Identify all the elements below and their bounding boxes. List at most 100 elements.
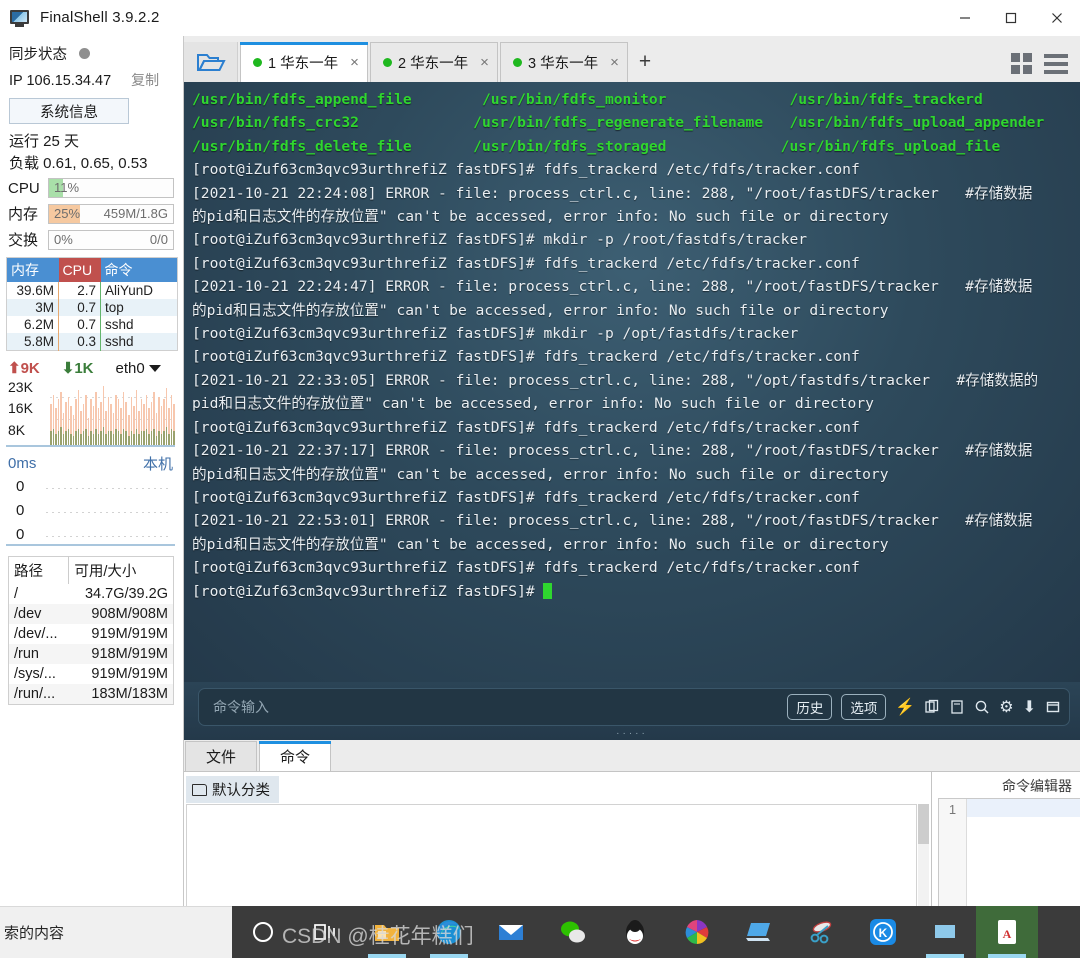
process-row[interactable]: 3M 0.7 top: [6, 299, 178, 316]
disk-row[interactable]: /run 918M/919M: [8, 644, 174, 664]
edge-browser-icon[interactable]: [418, 906, 480, 958]
remote-desktop-icon[interactable]: [728, 906, 790, 958]
memory-meter: 25% 459M/1.8G: [48, 203, 174, 224]
disk-row[interactable]: /dev 908M/908M: [8, 604, 174, 624]
command-list-pane: 默认分类: [184, 772, 932, 916]
session-tab-3[interactable]: 3 华东一年 ×: [500, 42, 628, 82]
cpu-meter: 11%: [48, 178, 174, 198]
editor-line-numbers: 1: [939, 799, 967, 916]
disk-row[interactable]: /run/... 183M/183M: [8, 684, 174, 705]
process-table-header: 内存 CPU 命令: [6, 257, 178, 282]
lower-panel: 文件 命令 默认分类 命令编辑器 1: [184, 740, 1080, 916]
copy-icon[interactable]: [924, 699, 940, 715]
terminal-line: /usr/bin/fdfs_crc32 /usr/bin/fdfs_regene…: [192, 114, 1045, 132]
process-col-memory[interactable]: 内存: [6, 257, 59, 282]
kingsoft-icon[interactable]: K: [852, 906, 914, 958]
command-editor-pane: 命令编辑器 1: [932, 772, 1080, 916]
session-tab-2[interactable]: 2 华东一年 ×: [370, 42, 498, 82]
network-interface-select[interactable]: eth0: [116, 360, 161, 377]
command-list-scrollbar[interactable]: [918, 804, 929, 914]
cpu-meter-label: CPU: [8, 179, 40, 197]
close-tab-icon[interactable]: ×: [350, 54, 359, 71]
history-button[interactable]: 历史: [787, 694, 833, 720]
gear-icon[interactable]: ⚙: [999, 697, 1013, 717]
disk-usage-cell: 919M/919M: [68, 664, 174, 684]
process-row[interactable]: 5.8M 0.3 sshd: [6, 333, 178, 351]
window-icon[interactable]: [1045, 699, 1061, 715]
pdf-reader-icon[interactable]: A: [976, 906, 1038, 958]
panel-resize-handle[interactable]: ·····: [616, 728, 648, 739]
command-list[interactable]: [186, 804, 917, 914]
tab-files[interactable]: 文件: [185, 741, 257, 771]
terminal-line: [root@iZuf63cm3qvc93urthrefiZ fastDFS]# …: [192, 559, 860, 577]
disk-col-available[interactable]: 可用/大小: [68, 556, 174, 584]
open-folder-icon[interactable]: [184, 42, 238, 82]
hamburger-menu-icon[interactable]: [1044, 53, 1068, 74]
wechat-icon[interactable]: [542, 906, 604, 958]
process-cell: AliYunD: [100, 282, 178, 299]
bolt-icon[interactable]: ⚡: [895, 697, 915, 717]
network-interface-label: eth0: [115, 359, 145, 377]
snipping-tool-icon[interactable]: [790, 906, 852, 958]
close-icon[interactable]: [1034, 0, 1080, 36]
terminal-cursor: [543, 582, 553, 599]
tab-commands[interactable]: 命令: [259, 741, 331, 771]
disk-path-cell: /dev: [8, 604, 69, 624]
disk-row[interactable]: /sys/... 919M/919M: [8, 664, 174, 684]
close-tab-icon[interactable]: ×: [480, 54, 489, 71]
process-row[interactable]: 6.2M 0.7 sshd: [6, 316, 178, 333]
file-explorer-icon[interactable]: [356, 906, 418, 958]
session-tab-1[interactable]: 1 华东一年 ×: [240, 42, 368, 82]
finalshell-icon[interactable]: [914, 906, 976, 958]
finalshell-window: FinalShell 3.9.2.2 同步状态 IP 106.15.34.47 …: [0, 0, 1080, 958]
disk-path-cell: /sys/...: [8, 664, 69, 684]
terminal-line: 的pid和日志文件的存放位置" can't be accessed, error…: [192, 465, 889, 483]
category-chip[interactable]: 默认分类: [186, 776, 279, 803]
process-row[interactable]: 39.6M 2.7 AliYunD: [6, 282, 178, 299]
cortana-icon[interactable]: [232, 906, 294, 958]
terminal-line: [root@iZuf63cm3qvc93urthrefiZ fastDFS]# …: [192, 418, 860, 436]
disk-usage-cell: 908M/908M: [68, 604, 174, 624]
terminal-output[interactable]: /usr/bin/fdfs_append_file /usr/bin/fdfs_…: [184, 82, 1080, 682]
title-bar: FinalShell 3.9.2.2: [0, 0, 1080, 36]
maximize-icon[interactable]: [988, 0, 1034, 36]
mail-icon[interactable]: [480, 906, 542, 958]
network-upload: ⬆9K: [8, 360, 40, 377]
lower-panel-body: 默认分类 命令编辑器 1: [184, 772, 1080, 916]
copy-ip-button[interactable]: 复制: [131, 70, 159, 90]
disk-row[interactable]: /dev/... 919M/919M: [8, 624, 174, 644]
360-browser-icon[interactable]: [666, 906, 728, 958]
disk-col-path[interactable]: 路径: [8, 556, 69, 584]
search-icon[interactable]: [974, 699, 990, 715]
minimize-icon[interactable]: [942, 0, 988, 36]
command-input-bar[interactable]: 命令输入 历史 选项 ⚡ ⚙ ⬇: [198, 688, 1070, 726]
process-cell: 0.3: [58, 333, 101, 351]
close-tab-icon[interactable]: ×: [610, 54, 619, 71]
network-y-label-2: 8K: [8, 422, 26, 438]
process-cell: 3M: [6, 299, 59, 316]
session-tab-bar: 1 华东一年 × 2 华东一年 × 3 华东一年 × +: [184, 36, 1080, 82]
options-button[interactable]: 选项: [841, 694, 887, 720]
process-col-cpu[interactable]: CPU: [58, 257, 101, 282]
disk-usage-cell: 34.7G/39.2G: [68, 584, 174, 604]
disk-row[interactable]: /34.7G/39.2G: [8, 584, 174, 604]
command-editor[interactable]: 1: [938, 798, 1080, 916]
new-tab-button[interactable]: +: [628, 42, 662, 82]
folder-icon: [192, 783, 207, 796]
editor-text-area[interactable]: [967, 799, 1080, 916]
windows-search-box[interactable]: 索的内容: [0, 906, 232, 958]
memory-meter-row: 内存 25% 459M/1.8G: [0, 203, 183, 224]
search-placeholder: 索的内容: [4, 925, 65, 942]
terminal-line: 的pid和日志文件的存放位置" can't be accessed, error…: [192, 301, 889, 319]
download-icon[interactable]: ⬇: [1023, 697, 1036, 717]
main-area: 1 华东一年 × 2 华东一年 × 3 华东一年 × + /usr/bin/fdfs_ap…: [184, 36, 1080, 916]
process-col-command[interactable]: 命令: [100, 257, 178, 282]
paste-icon[interactable]: [949, 699, 965, 715]
task-view-icon[interactable]: [294, 906, 356, 958]
system-info-button[interactable]: 系统信息: [9, 98, 129, 124]
ping-summary: 0ms 本机: [0, 447, 183, 474]
terminal-line: /usr/bin/fdfs_delete_file /usr/bin/fdfs_…: [192, 137, 1001, 155]
network-download: ⬇1K: [61, 360, 94, 377]
qq-icon[interactable]: [604, 906, 666, 958]
grid-view-icon[interactable]: [1011, 53, 1032, 74]
